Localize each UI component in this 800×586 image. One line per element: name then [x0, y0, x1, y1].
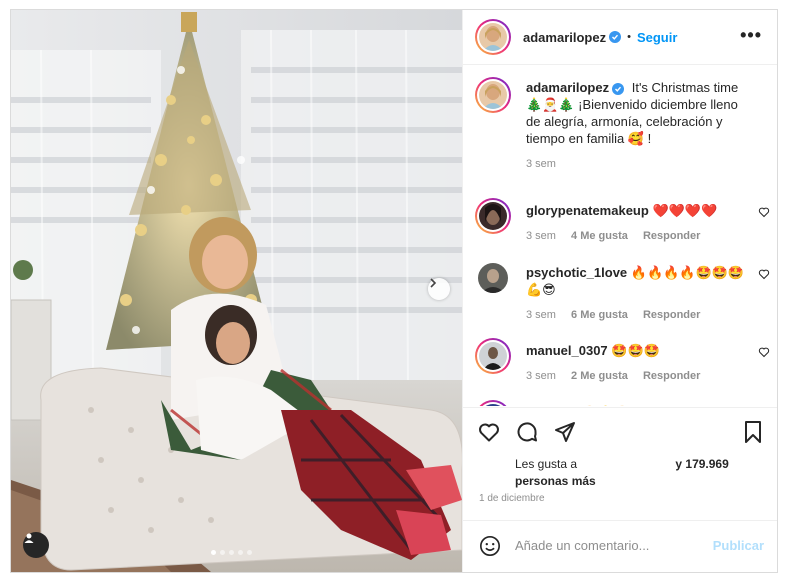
more-icon[interactable]: ••• — [740, 26, 762, 44]
carousel-dot — [247, 550, 252, 555]
post-details-panel: adamarilopez • Seguir ••• adamarilopez I… — [462, 10, 777, 572]
comments-list: adamarilopez It's Christmas time 🎄🎅🎄 ¡Bi… — [463, 65, 777, 406]
caption-username[interactable]: adamarilopez — [526, 80, 609, 95]
reply-button[interactable]: Responder — [643, 230, 700, 242]
comment-text: ❤️❤️❤️❤️ — [652, 203, 718, 218]
likes-count[interactable]: y 179.969 — [675, 457, 728, 471]
caption-text-line: 🎄🎅🎄 ¡Bienvenido diciembre lleno — [526, 97, 738, 112]
post-modal: adamarilopez • Seguir ••• adamarilopez I… — [10, 9, 778, 573]
comment-username[interactable]: psychotic_1love — [526, 265, 627, 280]
likes-others[interactable]: personas más — [515, 474, 596, 488]
author-avatar[interactable] — [475, 19, 511, 55]
comment-heart-icon[interactable] — [758, 206, 770, 218]
comment-like-count[interactable]: 2 Me gusta — [571, 370, 628, 382]
comment-username[interactable]: almidia4 — [526, 405, 578, 406]
add-comment-bar: Añade un comentario... Publicar — [463, 520, 777, 572]
comment-text: 🤩🤩🤩 — [611, 343, 660, 358]
separator-dot: • — [627, 31, 631, 43]
next-photo-button[interactable] — [428, 278, 450, 300]
bookmark-icon[interactable] — [742, 420, 764, 444]
verified-icon — [612, 83, 625, 95]
comment-username[interactable]: manuel_0307 — [526, 343, 608, 358]
carousel-indicator — [211, 550, 252, 555]
caption-text-line: It's Christmas time — [631, 80, 739, 95]
comment-text: 🤩🎄🤩 — [582, 405, 631, 406]
author-username[interactable]: adamarilopez — [523, 30, 606, 45]
post-header: adamarilopez • Seguir ••• — [463, 10, 777, 65]
carousel-dot — [220, 550, 225, 555]
chevron-right-icon — [430, 278, 437, 288]
likes-text: Les gusta a — [515, 457, 578, 471]
commenter-avatar[interactable] — [475, 338, 511, 374]
post-photo[interactable] — [11, 10, 462, 572]
comment-text-continued: 💪😎 — [526, 282, 556, 297]
heart-icon[interactable] — [477, 420, 501, 444]
caption-text-line: de alegría, armonía, celebración y — [526, 114, 723, 129]
post-actions: Les gusta a y 179.969 personas más 1 de … — [463, 407, 777, 504]
comment-heart-icon[interactable] — [758, 346, 770, 358]
comment-timestamp: 3 sem — [526, 370, 556, 382]
carousel-dot — [229, 550, 234, 555]
comment-like-count[interactable]: 4 Me gusta — [571, 230, 628, 242]
commenter-avatar[interactable] — [475, 198, 511, 234]
comment-input[interactable]: Añade un comentario... — [515, 538, 649, 553]
commenter-avatar[interactable] — [475, 260, 511, 296]
likes-summary[interactable]: Les gusta a y 179.969 personas más — [515, 456, 729, 490]
emoji-icon[interactable] — [479, 535, 501, 557]
reply-button[interactable]: Responder — [643, 370, 700, 382]
comment-icon[interactable] — [515, 420, 539, 444]
carousel-dot — [211, 550, 216, 555]
comment-timestamp: 3 sem — [526, 230, 556, 242]
commenter-avatar[interactable] — [475, 400, 511, 406]
reply-button[interactable]: Responder — [643, 309, 700, 321]
carousel-dot — [238, 550, 243, 555]
comment-username[interactable]: glorypenatemakeup — [526, 203, 649, 218]
comment-text: 🔥🔥🔥🔥🤩🤩🤩 — [630, 265, 745, 280]
comment-like-count[interactable]: 6 Me gusta — [571, 309, 628, 321]
post-date: 1 de diciembre — [479, 493, 545, 504]
user-tag-icon — [24, 533, 34, 543]
caption-text-line: tiempo en familia 🥰 ! — [526, 131, 652, 146]
tagged-users-button[interactable] — [23, 532, 49, 558]
author-avatar[interactable] — [475, 77, 511, 113]
comment-timestamp: 3 sem — [526, 309, 556, 321]
caption-timestamp: 3 sem — [526, 158, 556, 170]
comment-heart-icon[interactable] — [758, 268, 770, 280]
follow-button[interactable]: Seguir — [637, 30, 677, 45]
share-icon[interactable] — [553, 420, 577, 444]
verified-icon — [609, 31, 622, 43]
photo-illustration — [11, 10, 462, 572]
publish-button[interactable]: Publicar — [713, 538, 764, 553]
